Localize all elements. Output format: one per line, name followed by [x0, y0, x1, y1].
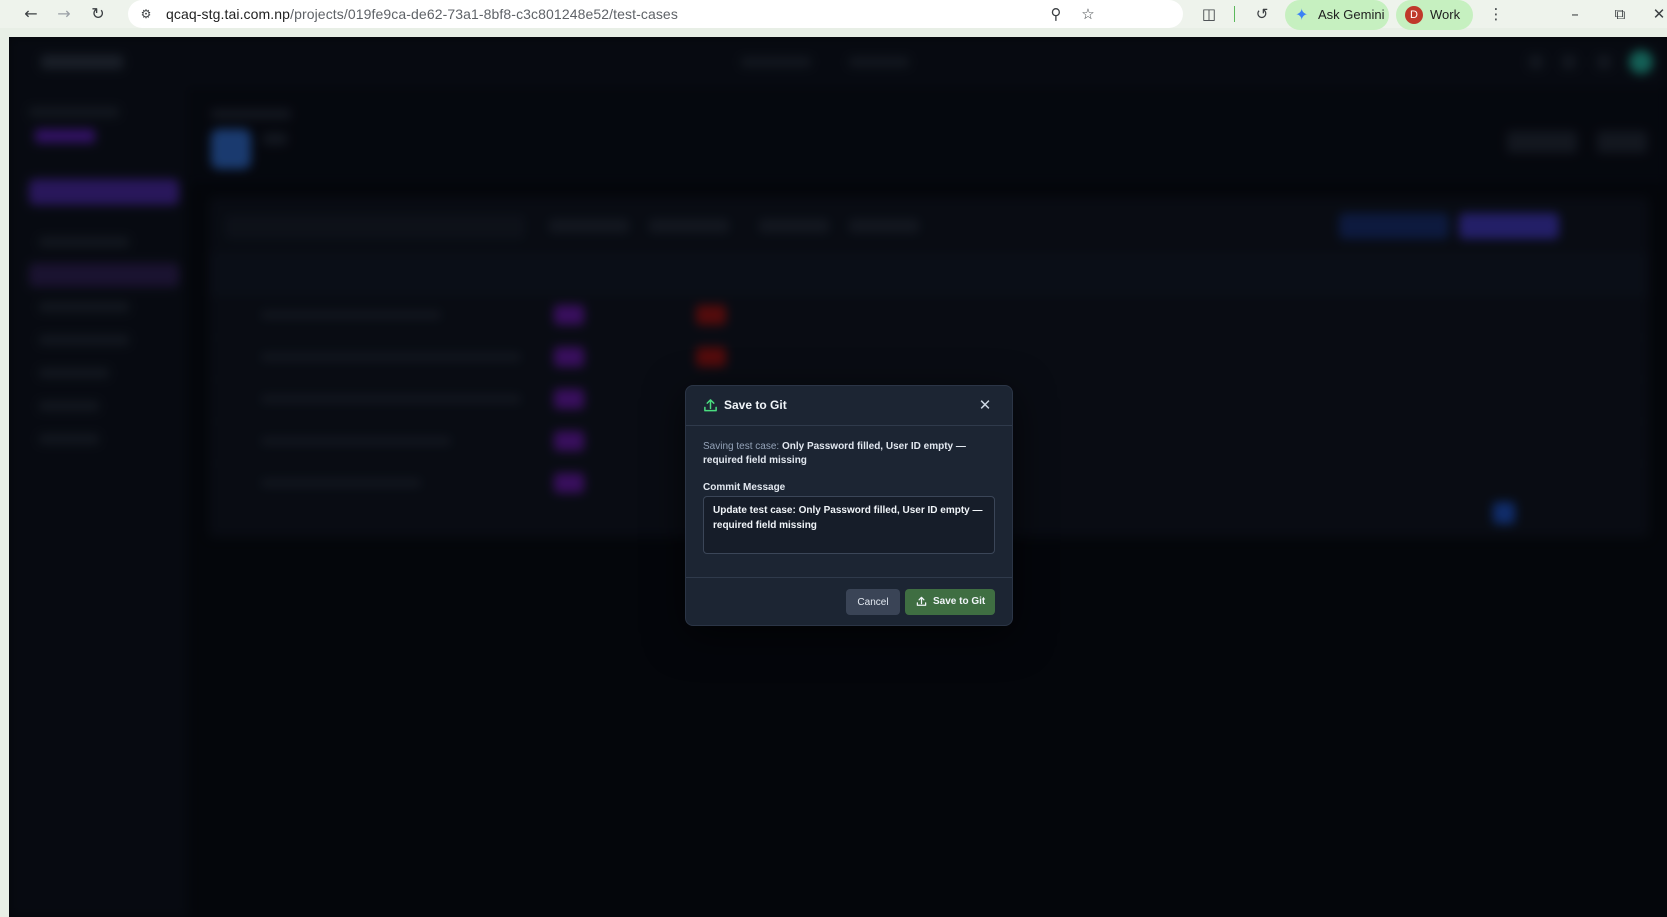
save-to-git-label: Save to Git: [933, 596, 986, 607]
saving-description: Saving test case: Only Password filled, …: [703, 440, 993, 468]
upload-icon: [916, 596, 927, 606]
ask-gemini-button[interactable]: ✦ Ask Gemini: [1285, 0, 1389, 30]
minimize-icon[interactable]: –: [1564, 3, 1586, 25]
profile-button[interactable]: D Work: [1396, 0, 1473, 30]
close-icon[interactable]: ✕: [1648, 3, 1667, 25]
commit-message-label: Commit Message: [703, 482, 786, 493]
profile-label: Work: [1430, 7, 1461, 22]
commit-message-input[interactable]: Update test case: Only Password filled, …: [703, 496, 995, 554]
toolbar-divider: [1234, 6, 1235, 22]
dialog-title: Save to Git: [724, 398, 787, 412]
menu-icon[interactable]: ⋮: [1485, 3, 1507, 25]
avatar: D: [1405, 6, 1423, 24]
upload-icon: [704, 399, 717, 412]
restore-icon[interactable]: ⧉: [1609, 3, 1631, 25]
dialog-header: Save to Git ✕: [686, 386, 1012, 426]
app-viewport: Save to Git ✕ Saving test case: Only Pas…: [9, 37, 1667, 917]
cancel-button[interactable]: Cancel: [846, 589, 900, 615]
extensions-icon[interactable]: ◫: [1199, 4, 1219, 24]
url-text[interactable]: qcaq-stg.tai.com.np/projects/019fe9ca-de…: [166, 6, 678, 22]
save-to-git-button[interactable]: Save to Git: [905, 589, 995, 615]
url-path: /projects/019fe9ca-de62-73a1-8bf8-c3c801…: [290, 6, 678, 22]
reload-icon[interactable]: ↻: [87, 3, 109, 25]
site-info-icon[interactable]: ⚙: [138, 6, 154, 22]
forward-icon[interactable]: →: [53, 3, 75, 25]
sync-icon[interactable]: ↺: [1252, 4, 1272, 24]
url-host: qcaq-stg.tai.com.np: [166, 6, 291, 22]
browser-toolbar: ← → ↻ ⚙ qcaq-stg.tai.com.np/projects/019…: [0, 0, 1667, 30]
close-dialog-icon[interactable]: ✕: [976, 396, 994, 414]
ask-gemini-label: Ask Gemini: [1318, 7, 1385, 22]
saving-prefix: Saving test case:: [703, 441, 782, 452]
gemini-icon: ✦: [1295, 5, 1309, 24]
bookmark-star-icon[interactable]: ☆: [1078, 4, 1098, 24]
zoom-icon[interactable]: ⚲: [1046, 4, 1066, 24]
dialog-body: Saving test case: Only Password filled, …: [686, 427, 1012, 571]
back-icon[interactable]: ←: [20, 3, 42, 25]
save-to-git-dialog: Save to Git ✕ Saving test case: Only Pas…: [685, 385, 1013, 626]
address-bar[interactable]: ⚙ qcaq-stg.tai.com.np/projects/019fe9ca-…: [128, 0, 1183, 28]
dialog-footer: Cancel Save to Git: [686, 577, 1012, 625]
